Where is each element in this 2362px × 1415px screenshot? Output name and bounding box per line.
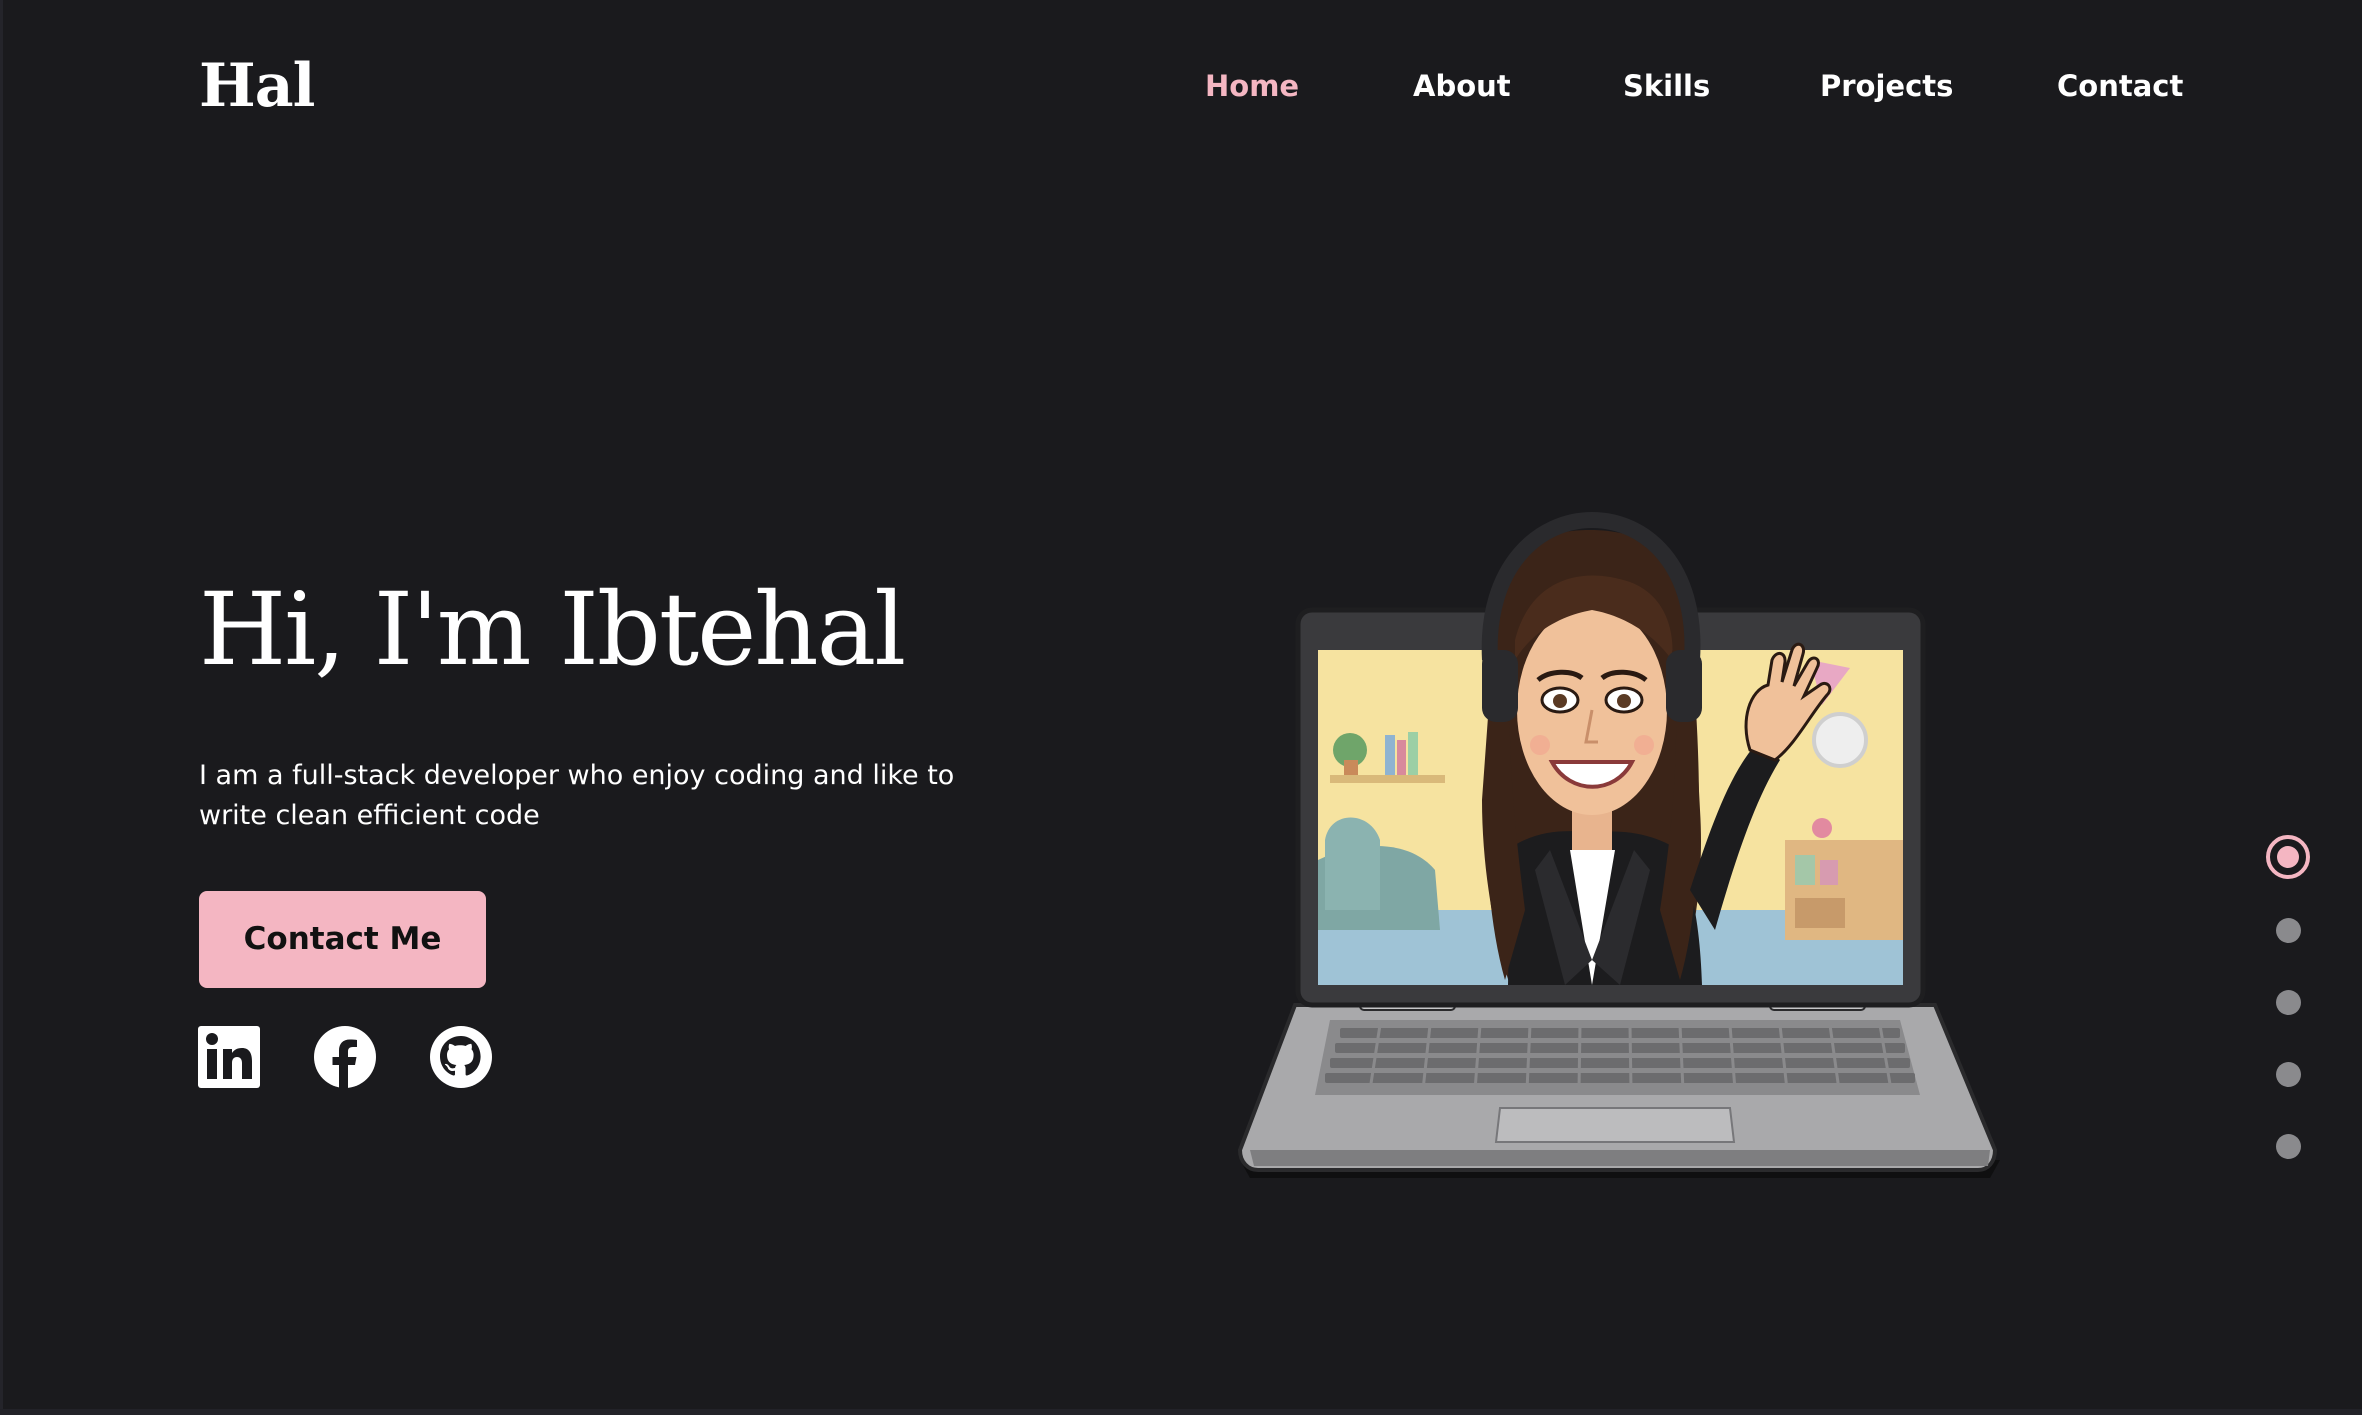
hero-title: Hi, I'm Ibtehal [199, 571, 906, 688]
section-dot-5[interactable] [2276, 1134, 2301, 1159]
page-edge [0, 0, 3, 1415]
facebook-icon[interactable] [314, 1026, 376, 1088]
contact-me-button[interactable]: Contact Me [199, 891, 486, 988]
avatar-laptop-illustration [1220, 510, 2020, 1190]
section-dot-2[interactable] [2276, 918, 2301, 943]
page-edge-bottom [0, 1409, 2362, 1415]
section-dot-3[interactable] [2276, 990, 2301, 1015]
section-dot-1-active[interactable] [2266, 835, 2310, 879]
site-logo[interactable]: Hal [199, 46, 315, 126]
nav-about[interactable]: About [1413, 62, 1511, 110]
linkedin-icon[interactable] [198, 1026, 260, 1088]
hero-description: I am a full-stack developer who enjoy co… [199, 760, 955, 831]
nav-skills[interactable]: Skills [1623, 62, 1710, 110]
section-dot-4[interactable] [2276, 1062, 2301, 1087]
nav-projects[interactable]: Projects [1820, 62, 1953, 110]
nav-home[interactable]: Home [1205, 62, 1299, 110]
github-icon[interactable] [430, 1026, 492, 1088]
section-dot-1-inner [2277, 846, 2299, 868]
nav-contact[interactable]: Contact [2057, 62, 2183, 110]
